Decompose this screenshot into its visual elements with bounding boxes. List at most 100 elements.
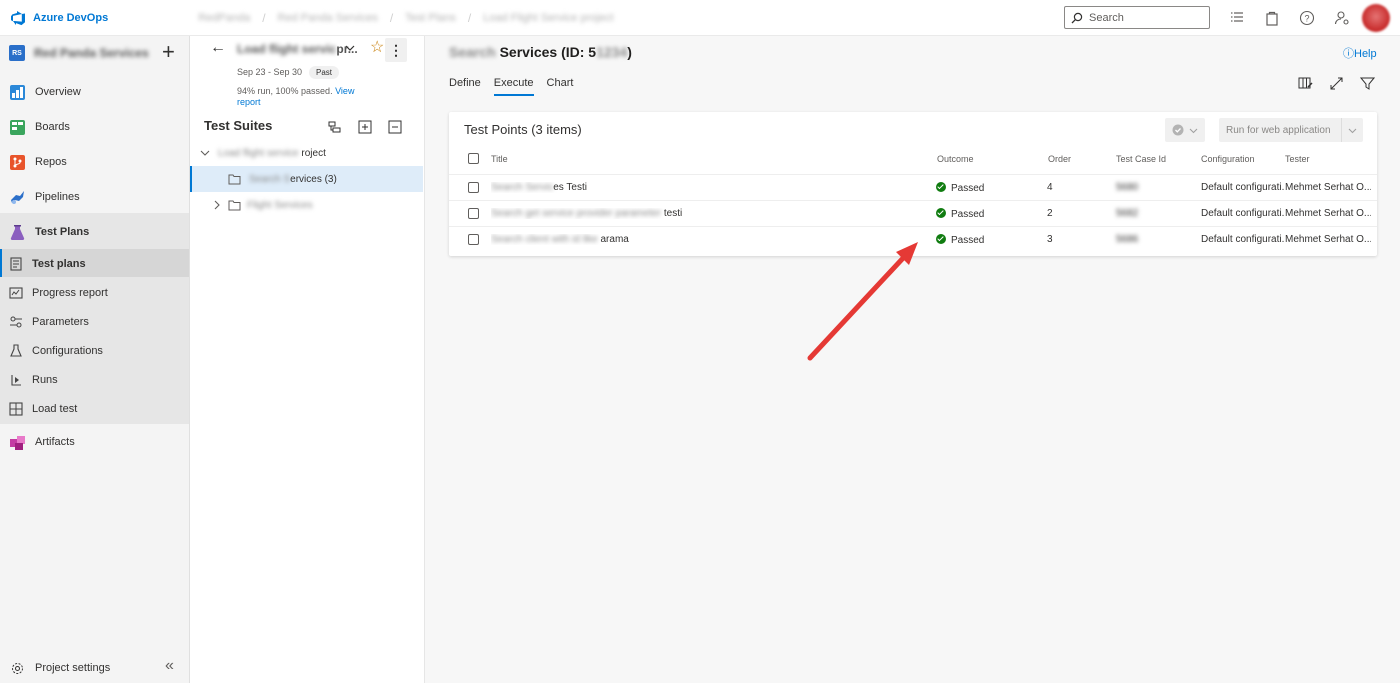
tree-item-root[interactable]: Load flight service roject — [190, 140, 423, 166]
search-box[interactable]: Search — [1064, 6, 1210, 29]
nav-item-repos[interactable]: Repos — [0, 152, 189, 172]
test-suites-heading: Test Suites — [204, 118, 273, 133]
nav-label: Artifacts — [35, 436, 75, 448]
passed-check-icon — [936, 182, 946, 192]
chevron-down-icon — [1348, 128, 1357, 133]
expand-all-icon[interactable] — [358, 120, 372, 134]
row-outcome: Passed — [936, 234, 984, 246]
title-visible: arama — [600, 234, 629, 245]
nav-label: Test Plans — [35, 226, 90, 238]
nav-label: Repos — [35, 156, 67, 168]
more-options-icon[interactable]: ⋮ — [385, 38, 407, 62]
nav-item-configurations[interactable]: Configurations — [0, 341, 189, 361]
new-suite-icon[interactable] — [328, 120, 342, 134]
test-plan-panel: ← Load flight servicpr... ☆ ⋮ Sep 23 - S… — [190, 36, 425, 683]
row-test-case-id[interactable]: 5680 — [1116, 182, 1138, 193]
back-arrow-icon[interactable]: ← — [210, 39, 226, 57]
list-settings-icon[interactable] — [1228, 9, 1246, 27]
row-divider — [449, 174, 1377, 175]
row-configuration: Default configurati... — [1201, 208, 1285, 219]
suite-id-hidden: 1234 — [596, 44, 628, 60]
column-header-test-case-id[interactable]: Test Case Id — [1116, 154, 1166, 164]
column-header-title[interactable]: Title — [491, 154, 508, 164]
nav-item-load-test[interactable]: Load test — [0, 399, 189, 419]
row-title[interactable]: Search get service provider parameter te… — [491, 208, 911, 219]
row-title[interactable]: Search client with id like arama — [491, 234, 911, 245]
filter-icon[interactable] — [1360, 76, 1375, 91]
column-options-icon[interactable] — [1298, 76, 1313, 91]
row-title[interactable]: Search Services Testi — [491, 182, 911, 193]
overview-icon — [10, 84, 25, 100]
chevron-right-icon[interactable] — [212, 200, 222, 210]
select-all-checkbox[interactable] — [468, 153, 479, 164]
run-web-app-button[interactable]: Run for web application — [1219, 118, 1363, 142]
title-hidden: Search client with id like — [491, 234, 598, 245]
user-settings-icon[interactable] — [1333, 9, 1351, 27]
tab-define[interactable]: Define — [449, 77, 481, 96]
collapse-nav-icon[interactable]: « — [165, 657, 174, 675]
row-checkbox[interactable] — [468, 208, 479, 219]
breadcrumb-project[interactable]: Red Panda Services — [278, 12, 378, 24]
nav-item-test-plans-sub[interactable]: Test plans — [0, 254, 189, 274]
plan-name-hidden: Load flight servic — [237, 42, 337, 56]
fullscreen-icon[interactable] — [1329, 76, 1344, 91]
tab-chart[interactable]: Chart — [547, 77, 574, 96]
row-test-case-id[interactable]: 5686 — [1116, 234, 1138, 245]
project-settings-label: Project settings — [35, 662, 111, 674]
run-options-dropdown[interactable] — [1341, 118, 1363, 142]
brand[interactable]: Azure DevOps — [10, 10, 108, 26]
nav-item-pipelines[interactable]: Pipelines — [0, 187, 189, 207]
suite-title-hidden: Search — [449, 44, 496, 60]
nav-label: Pipelines — [35, 191, 80, 203]
nav-item-overview[interactable]: Overview — [0, 82, 189, 102]
nav-item-boards[interactable]: Boards — [0, 117, 189, 137]
chevron-down-icon[interactable] — [344, 42, 356, 54]
row-checkbox[interactable] — [468, 234, 479, 245]
mark-outcome-button[interactable] — [1165, 118, 1205, 142]
help-icon[interactable]: ? — [1298, 9, 1316, 27]
column-header-order[interactable]: Order — [1048, 154, 1071, 164]
column-header-outcome[interactable]: Outcome — [937, 154, 974, 164]
boards-icon — [10, 119, 25, 135]
column-header-configuration[interactable]: Configuration — [1201, 154, 1255, 164]
shopping-bag-icon[interactable] — [1263, 9, 1281, 27]
row-tester: Mehmet Serhat O... — [1285, 208, 1371, 219]
column-header-tester[interactable]: Tester — [1285, 154, 1310, 164]
project-settings[interactable]: Project settings — [0, 654, 189, 682]
collapse-all-icon[interactable] — [388, 120, 402, 134]
tree-item-search-services[interactable]: Search Services (3) — [190, 166, 423, 192]
test-points-card: Test Points (3 items) Run for web applic… — [449, 112, 1377, 256]
breadcrumb: RedPanda / Red Panda Services / Test Pla… — [198, 11, 613, 25]
nav-item-parameters[interactable]: Parameters — [0, 312, 189, 332]
plan-name[interactable]: Load flight servicpr... — [237, 42, 358, 56]
nav-item-runs[interactable]: Runs — [0, 370, 189, 390]
breadcrumb-org[interactable]: RedPanda — [198, 12, 250, 24]
svg-text:?: ? — [1304, 14, 1309, 24]
add-icon[interactable]: + — [162, 41, 175, 63]
nav-item-test-plans[interactable]: Test Plans — [0, 222, 189, 242]
tree-item-label: Flight Services — [247, 200, 313, 211]
project-switcher[interactable]: RS Red Panda Services — [0, 36, 189, 70]
run-info-text: 94% run, 100% passed. — [237, 86, 333, 96]
nav-label: Overview — [35, 86, 81, 98]
favorite-star-icon[interactable]: ☆ — [370, 37, 384, 57]
plan-header: ← Load flight servicpr... ☆ ⋮ Sep 23 - S… — [190, 36, 425, 111]
help-link[interactable]: ⓘHelp — [1343, 45, 1377, 61]
tree-item-flight-services[interactable]: Flight Services — [190, 192, 423, 218]
chevron-down-icon[interactable] — [200, 148, 210, 158]
row-order: 4 — [1047, 182, 1053, 193]
project-name: Red Panda Services — [34, 46, 149, 60]
nav-item-progress-report[interactable]: Progress report — [0, 283, 189, 303]
page-title: Search Services (ID: 51234) — [449, 44, 632, 60]
nav-label: Boards — [35, 121, 70, 133]
flask-icon — [10, 344, 22, 357]
breadcrumb-plan[interactable]: Load Flight Service project — [483, 12, 613, 24]
row-checkbox[interactable] — [468, 182, 479, 193]
avatar[interactable] — [1362, 4, 1390, 32]
nav-item-artifacts[interactable]: Artifacts — [0, 432, 189, 452]
tab-execute[interactable]: Execute — [493, 77, 534, 96]
nav-label: Test plans — [32, 258, 86, 270]
row-test-case-id[interactable]: 5682 — [1116, 208, 1138, 219]
breadcrumb-section[interactable]: Test Plans — [405, 12, 456, 24]
passed-check-icon — [936, 234, 946, 244]
